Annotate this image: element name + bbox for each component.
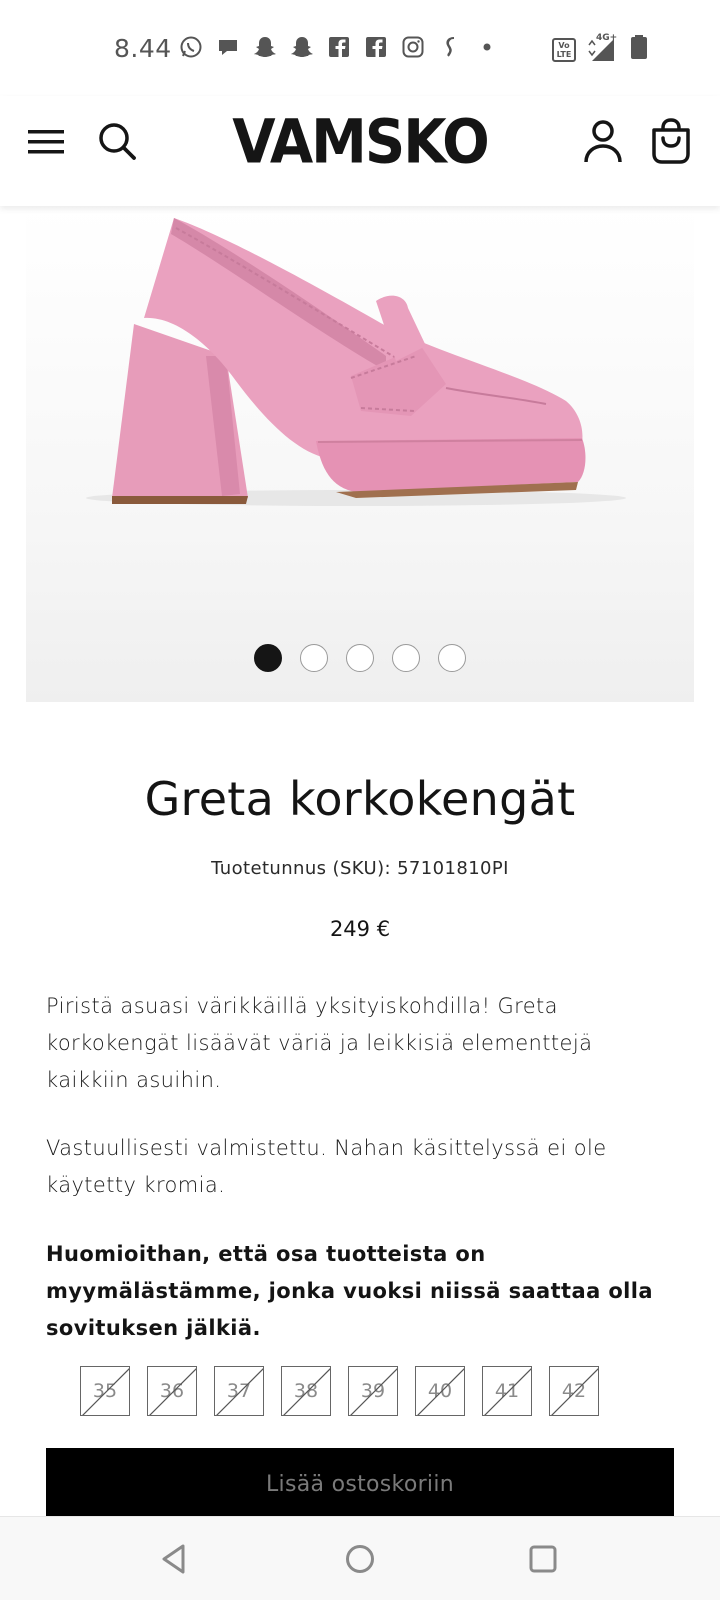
gallery-dot-3[interactable] — [346, 644, 374, 672]
back-triangle-icon[interactable] — [155, 1539, 195, 1579]
pink-loafer-heel-image — [86, 218, 626, 506]
gallery-dot-5[interactable] — [438, 644, 466, 672]
battery-icon — [630, 34, 648, 65]
facebook-icon — [363, 34, 388, 59]
product-description: Piristä asuasi värikkäillä yksityiskohdi… — [46, 994, 593, 1092]
size-option-40[interactable]: 40 — [415, 1366, 465, 1416]
facebook-icon — [326, 34, 351, 59]
messages-icon — [215, 34, 240, 59]
size-option-39[interactable]: 39 — [348, 1366, 398, 1416]
notification-icons — [178, 34, 499, 59]
size-option-38[interactable]: 38 — [281, 1366, 331, 1416]
gallery-pagination — [26, 644, 694, 672]
size-option-35[interactable]: 35 — [80, 1366, 130, 1416]
account-icon[interactable] — [582, 118, 624, 164]
snapchat-icon — [252, 34, 277, 59]
system-status-icons: Vo LTE 4G+ — [552, 33, 648, 65]
whatsapp-icon — [178, 34, 203, 59]
status-time: 8.44 — [114, 34, 172, 63]
size-option-37[interactable]: 37 — [214, 1366, 264, 1416]
shopping-bag-icon[interactable] — [650, 118, 692, 164]
add-to-cart-button[interactable]: Lisää ostoskoriin — [46, 1448, 674, 1520]
sold-out-strike-icon — [283, 1368, 330, 1415]
network-label: 4G+ — [596, 32, 618, 43]
status-bar: 8.44 Vo LTE 4G+ — [0, 0, 720, 96]
size-option-42[interactable]: 42 — [549, 1366, 599, 1416]
sold-out-strike-icon — [82, 1368, 129, 1415]
size-option-36[interactable]: 36 — [147, 1366, 197, 1416]
product-title: Greta korkokengät — [144, 772, 576, 826]
sold-out-strike-icon — [484, 1368, 531, 1415]
site-header: VAMSKO — [0, 96, 720, 206]
volte-icon: Vo LTE — [552, 37, 576, 62]
instagram-icon — [400, 34, 425, 59]
product-sustainability-note: Vastuullisesti valmistettu. Nahan käsitt… — [46, 1136, 607, 1197]
recents-square-icon[interactable] — [523, 1539, 563, 1579]
size-option-41[interactable]: 41 — [482, 1366, 532, 1416]
snapchat-icon — [289, 34, 314, 59]
gallery-dot-1[interactable] — [254, 644, 282, 672]
android-navigation-bar — [0, 1516, 720, 1600]
dot-icon — [474, 34, 499, 59]
sold-out-strike-icon — [417, 1368, 464, 1415]
size-selector: 35 36 37 38 39 40 41 42 — [80, 1366, 599, 1416]
sold-out-strike-icon — [149, 1368, 196, 1415]
gallery-dot-4[interactable] — [392, 644, 420, 672]
gallery-dot-2[interactable] — [300, 644, 328, 672]
product-price: 249 € — [329, 917, 391, 941]
4g-signal-icon: 4G+ — [588, 33, 618, 63]
product-sku: Tuotetunnus (SKU): 57101810PI — [211, 858, 509, 879]
home-circle-icon[interactable] — [340, 1539, 380, 1579]
s-app-icon — [437, 34, 462, 59]
sold-out-strike-icon — [551, 1368, 598, 1415]
sold-out-strike-icon — [216, 1368, 263, 1415]
sold-out-strike-icon — [350, 1368, 397, 1415]
product-store-notice: Huomioithan, että osa tuotteista on myym… — [46, 1242, 653, 1340]
product-image-gallery[interactable] — [26, 206, 694, 702]
